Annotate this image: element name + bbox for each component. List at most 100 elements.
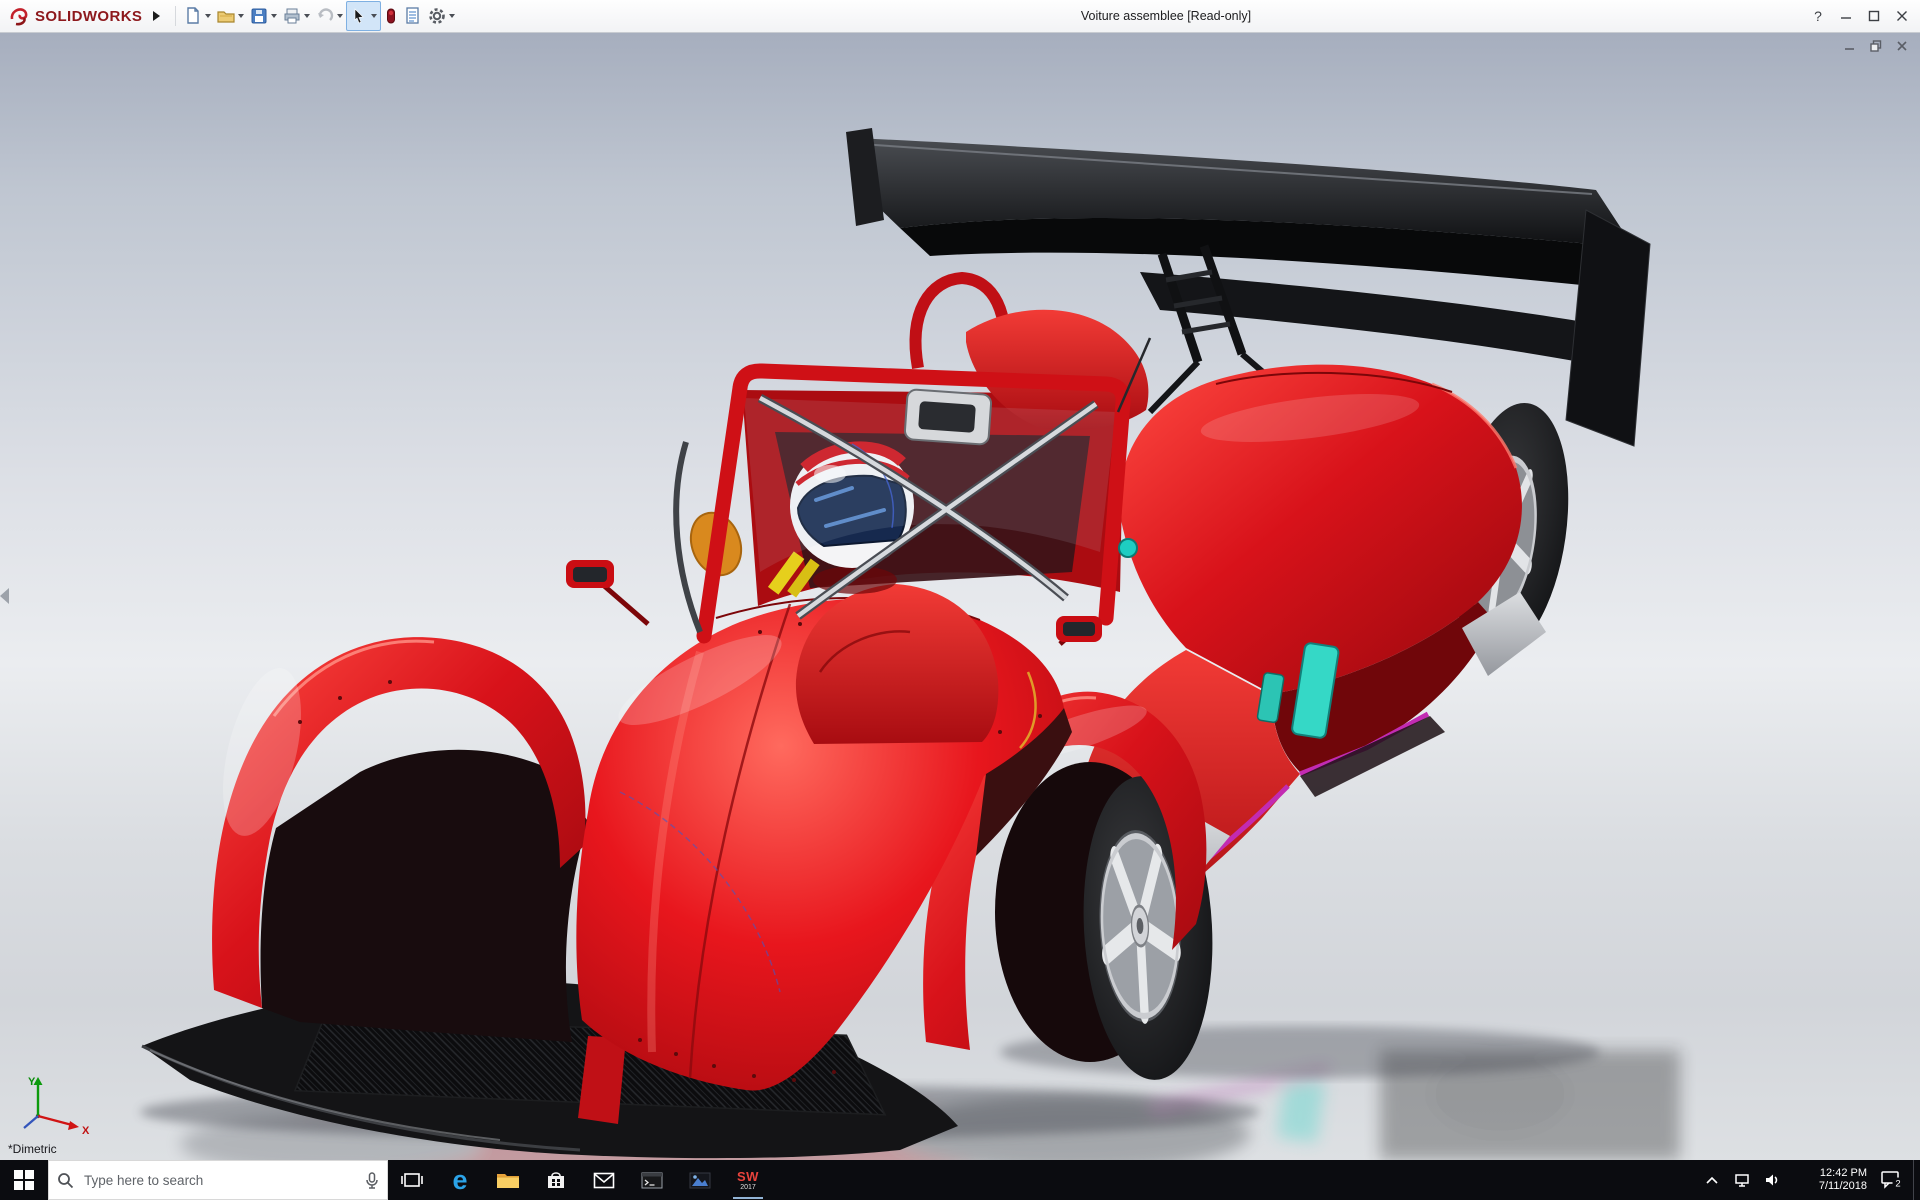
select-button[interactable] — [346, 1, 382, 31]
speaker-icon — [1766, 1174, 1778, 1186]
sw-year-text: 2017 — [740, 1183, 756, 1191]
open-button[interactable] — [214, 2, 247, 30]
edge-icon: e — [452, 1164, 468, 1195]
photos-app-button[interactable] — [676, 1160, 724, 1200]
undo-button[interactable] — [313, 2, 346, 30]
graphics-area[interactable]: Y X *Dimetric — [0, 32, 1920, 1160]
open-folder-icon — [217, 11, 235, 23]
chevron-up-icon — [1706, 1176, 1718, 1184]
select-cursor-icon — [355, 8, 364, 24]
left-mirror[interactable] — [566, 560, 650, 626]
doc-restore-button[interactable] — [1866, 37, 1886, 55]
dropdown-caret-icon[interactable] — [449, 14, 456, 18]
brand-text: SOLIDWORKS — [35, 7, 143, 25]
windows-taskbar: e — [0, 1160, 1920, 1200]
taskbar-clock[interactable]: 12:42 PM 7/11/2018 — [1787, 1160, 1871, 1200]
file-properties-icon — [406, 7, 419, 24]
dropdown-caret-icon[interactable] — [304, 14, 311, 18]
new-document-button[interactable] — [181, 2, 214, 30]
triad-y-label: Y — [28, 1076, 36, 1088]
mail-icon — [593, 1172, 615, 1188]
dropdown-caret-icon[interactable] — [337, 14, 344, 18]
show-desktop-button[interactable] — [1913, 1160, 1920, 1200]
save-button[interactable] — [247, 2, 280, 30]
file-explorer-button[interactable] — [484, 1160, 532, 1200]
minimize-icon — [1841, 17, 1851, 19]
hidden-icons-button[interactable] — [1697, 1160, 1727, 1200]
maximize-icon — [1868, 10, 1880, 22]
ds-logo-icon — [10, 8, 28, 26]
edge-browser-button[interactable]: e — [436, 1160, 484, 1200]
triad-x-label: X — [82, 1125, 90, 1137]
sw-logo-text: SW — [737, 1168, 759, 1184]
minimize-icon — [1845, 48, 1854, 50]
window-controls: ? — [1804, 0, 1916, 32]
windows-logo-icon — [14, 1170, 34, 1190]
running-app-indicator — [733, 1196, 763, 1199]
right-mirror[interactable] — [1056, 616, 1102, 646]
solidworks-2017-icon: SW 2017 — [737, 1170, 759, 1191]
mail-button[interactable] — [580, 1160, 628, 1200]
dropdown-caret-icon[interactable] — [271, 14, 278, 18]
rebuild-button[interactable] — [381, 2, 401, 30]
start-button[interactable] — [0, 1160, 48, 1200]
cockpit[interactable] — [566, 271, 1152, 749]
file-properties-button[interactable] — [401, 2, 425, 30]
menu-flyout-button[interactable] — [148, 6, 164, 26]
gear-icon — [429, 8, 446, 24]
cockpit-cyan-fitting — [1118, 538, 1138, 558]
minimize-button[interactable] — [1832, 4, 1860, 28]
store-button[interactable] — [532, 1160, 580, 1200]
search-icon — [58, 1172, 74, 1188]
volume-button[interactable] — [1757, 1160, 1787, 1200]
car-3d-model[interactable] — [0, 32, 1920, 1160]
flyout-arrow-icon — [152, 11, 160, 21]
clock-date: 7/11/2018 — [1818, 1180, 1867, 1192]
new-document-icon — [187, 7, 200, 24]
doc-close-button[interactable] — [1892, 37, 1912, 55]
document-window-controls — [1840, 37, 1912, 55]
dropdown-caret-icon[interactable] — [371, 14, 378, 18]
task-view-icon — [401, 1173, 423, 1187]
store-icon — [548, 1172, 564, 1188]
task-view-button[interactable] — [388, 1160, 436, 1200]
search-input[interactable] — [82, 1171, 357, 1189]
microphone-icon[interactable] — [365, 1171, 379, 1189]
ethernet-icon — [1735, 1173, 1749, 1187]
undo-icon — [318, 8, 334, 21]
cowl-intake[interactable] — [903, 388, 993, 446]
dropdown-caret-icon[interactable] — [205, 14, 212, 18]
toolbar-separator — [175, 6, 177, 26]
close-button[interactable] — [1888, 4, 1916, 28]
print-icon — [284, 8, 300, 24]
action-center-icon: 2 — [1881, 1171, 1904, 1190]
front-left-fender[interactable] — [208, 637, 588, 1042]
maximize-button[interactable] — [1860, 4, 1888, 28]
titlebar: SOLIDWORKS Voiture assemblee [Read-only]… — [0, 0, 1920, 33]
solidworks-taskbar-button[interactable]: SW 2017 — [724, 1160, 772, 1200]
save-icon — [251, 8, 267, 24]
rebuild-icon — [387, 8, 396, 24]
action-center-button[interactable]: 2 — [1871, 1160, 1913, 1200]
photos-icon — [689, 1172, 711, 1188]
close-icon — [1897, 11, 1907, 21]
screen: { "window": { "brand": "SOLIDWORKS", "ti… — [0, 0, 1920, 1200]
taskbar-search[interactable] — [48, 1160, 388, 1200]
command-prompt-icon — [641, 1172, 663, 1188]
doc-minimize-button[interactable] — [1840, 37, 1860, 55]
system-tray: 12:42 PM 7/11/2018 2 — [1697, 1160, 1920, 1200]
notification-badge: 2 — [1895, 1179, 1900, 1190]
reference-triad[interactable]: Y X — [12, 1072, 96, 1138]
featuremanager-collapse-arrow[interactable] — [0, 588, 9, 604]
view-orientation-label: *Dimetric — [8, 1142, 57, 1156]
command-prompt-button[interactable] — [628, 1160, 676, 1200]
restore-icon — [1870, 40, 1882, 52]
print-button[interactable] — [280, 2, 313, 30]
solidworks-logo: SOLIDWORKS — [0, 5, 148, 27]
options-button[interactable] — [425, 2, 458, 30]
network-button[interactable] — [1727, 1160, 1757, 1200]
file-explorer-icon — [497, 1174, 519, 1188]
close-icon — [1897, 41, 1907, 51]
help-button[interactable]: ? — [1804, 4, 1832, 28]
dropdown-caret-icon[interactable] — [238, 14, 245, 18]
